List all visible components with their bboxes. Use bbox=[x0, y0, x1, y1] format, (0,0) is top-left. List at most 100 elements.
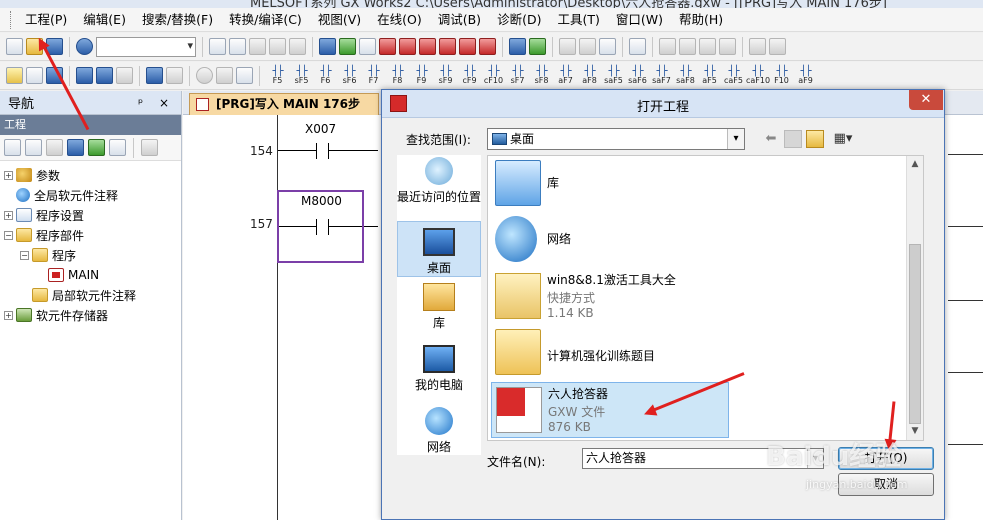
paste-icon[interactable] bbox=[249, 38, 266, 55]
file-item-library[interactable]: 库 bbox=[491, 156, 727, 212]
copy-item-icon[interactable] bbox=[25, 139, 42, 156]
menu-debug[interactable]: 调试(B) bbox=[430, 9, 489, 31]
place-library[interactable]: 库 bbox=[397, 283, 481, 339]
back-icon[interactable]: ⬅ bbox=[762, 130, 780, 148]
ladder-key-button[interactable]: ┤├ cF9 bbox=[458, 66, 481, 85]
place-network[interactable]: 网络 bbox=[397, 407, 481, 455]
ladder-key-button[interactable]: ┤├ F5 bbox=[266, 66, 289, 85]
device-icon[interactable] bbox=[319, 38, 336, 55]
simulation-icon[interactable] bbox=[559, 38, 576, 55]
file-item-gxw[interactable]: 六人抢答器 GXW 文件 876 KB bbox=[491, 382, 729, 438]
up-folder-icon[interactable] bbox=[784, 130, 802, 148]
question-icon[interactable] bbox=[196, 67, 213, 84]
menu-diagnostics[interactable]: 诊断(D) bbox=[489, 9, 549, 31]
new-project-icon[interactable] bbox=[6, 38, 23, 55]
zoom-in-icon[interactable] bbox=[659, 38, 676, 55]
menu-convert-compile[interactable]: 转换/编译(C) bbox=[221, 9, 310, 31]
file-item-network[interactable]: 网络 bbox=[491, 212, 727, 268]
monitor-start-icon[interactable] bbox=[459, 38, 476, 55]
file-item-shortcut[interactable]: win8&8.1激活工具大全 快捷方式 1.14 KB bbox=[491, 269, 727, 325]
ladder-key-button[interactable]: ┤├ F8 bbox=[386, 66, 409, 85]
dev-monitor-icon[interactable] bbox=[146, 67, 163, 84]
ladder-key-button[interactable]: ┤├ saF6 bbox=[626, 66, 649, 85]
device-batch-icon[interactable] bbox=[509, 38, 526, 55]
display-icon[interactable] bbox=[629, 38, 646, 55]
tree-item[interactable]: + 程序设置 bbox=[0, 205, 181, 225]
expand-toggle-icon[interactable]: − bbox=[4, 230, 13, 240]
scroll-down-icon[interactable]: ▼ bbox=[907, 423, 923, 440]
tree-item[interactable]: MAIN bbox=[0, 265, 181, 285]
undo-icon[interactable] bbox=[269, 38, 286, 55]
menu-help[interactable]: 帮助(H) bbox=[671, 9, 731, 31]
tree-item[interactable]: 局部软元件注释 bbox=[0, 285, 181, 305]
delete-item-icon[interactable] bbox=[109, 139, 126, 156]
ladder-key-button[interactable]: ┤├ sF7 bbox=[506, 66, 529, 85]
properties-icon[interactable] bbox=[67, 139, 84, 156]
guide-icon[interactable] bbox=[216, 67, 233, 84]
ladder-key-button[interactable]: ┤├ F9 bbox=[410, 66, 433, 85]
paste-item-icon[interactable] bbox=[46, 139, 63, 156]
expand-toggle-icon[interactable]: + bbox=[4, 170, 13, 180]
place-computer[interactable]: 我的电脑 bbox=[397, 345, 481, 401]
ladder-key-button[interactable]: ┤├ saF8 bbox=[674, 66, 697, 85]
menu-view[interactable]: 视图(V) bbox=[310, 9, 369, 31]
file-item-folder[interactable]: 计算机强化训练题目 bbox=[491, 325, 727, 381]
plc-verify-icon[interactable] bbox=[419, 38, 436, 55]
search-device-icon[interactable] bbox=[166, 67, 183, 84]
zoom-out-icon[interactable] bbox=[679, 38, 696, 55]
ladder-key-button[interactable]: ┤├ caF5 bbox=[722, 66, 745, 85]
comment-icon[interactable] bbox=[749, 38, 766, 55]
read-icon[interactable] bbox=[359, 38, 376, 55]
ladder-key-button[interactable]: ┤├ sF6 bbox=[338, 66, 361, 85]
tree-item[interactable]: − 程序 bbox=[0, 245, 181, 265]
menu-project[interactable]: 工程(P) bbox=[17, 9, 75, 31]
project-section-tab[interactable]: 工程 bbox=[0, 115, 181, 135]
place-desktop[interactable]: 桌面 bbox=[397, 221, 481, 277]
write-icon[interactable] bbox=[339, 38, 356, 55]
plc-write-icon[interactable] bbox=[379, 38, 396, 55]
redo-icon[interactable] bbox=[289, 38, 306, 55]
dev-icon-1[interactable] bbox=[76, 67, 93, 84]
ladder-key-button[interactable]: ┤├ F10 bbox=[770, 66, 793, 85]
ladder-key-button[interactable]: ┤├ aF5 bbox=[698, 66, 721, 85]
ladder-key-button[interactable]: ┤├ saF5 bbox=[602, 66, 625, 85]
menu-window[interactable]: 窗口(W) bbox=[608, 9, 671, 31]
new-item-icon[interactable] bbox=[4, 139, 21, 156]
ladder-key-button[interactable]: ┤├ F6 bbox=[314, 66, 337, 85]
ladder-key-button[interactable]: ┤├ sF5 bbox=[290, 66, 313, 85]
ladder-key-button[interactable]: ┤├ sF8 bbox=[530, 66, 553, 85]
tools-dropdown-icon[interactable] bbox=[141, 139, 158, 156]
monitor-stop-icon[interactable] bbox=[479, 38, 496, 55]
remote-operation-icon[interactable] bbox=[439, 38, 456, 55]
tab-prg-main[interactable]: [PRG]写入 MAIN 176步 bbox=[189, 93, 379, 115]
dev-icon-3[interactable] bbox=[116, 67, 133, 84]
scroll-thumb[interactable] bbox=[909, 244, 921, 424]
expand-toggle-icon[interactable]: − bbox=[20, 250, 29, 260]
ladder-key-button[interactable]: ┤├ cF10 bbox=[482, 66, 505, 85]
new-folder-icon[interactable] bbox=[806, 130, 824, 148]
ladder-key-button[interactable]: ┤├ caF10 bbox=[746, 66, 770, 85]
tree-item[interactable]: 全局软元件注释 bbox=[0, 185, 181, 205]
project-view-icon[interactable] bbox=[6, 67, 23, 84]
ladder-key-button[interactable]: ┤├ aF9 bbox=[794, 66, 817, 85]
file-list[interactable]: 库 网络 win8&8.1激活工具大全 快捷方式 1.14 KB 计算机强化训练… bbox=[487, 155, 924, 441]
tree-item[interactable]: + 参数 bbox=[0, 165, 181, 185]
binoculars-icon[interactable] bbox=[236, 67, 253, 84]
menu-find-replace[interactable]: 搜索/替换(F) bbox=[134, 9, 221, 31]
cpu-icon[interactable] bbox=[26, 67, 43, 84]
menu-edit[interactable]: 编辑(E) bbox=[75, 9, 134, 31]
view-menu-icon[interactable]: ▦▾ bbox=[830, 130, 856, 148]
toolbar-grip[interactable] bbox=[10, 10, 13, 29]
pin-close-controls[interactable]: ᵖ × bbox=[138, 96, 175, 110]
help-icon[interactable] bbox=[76, 38, 93, 55]
scroll-up-icon[interactable]: ▲ bbox=[907, 156, 923, 173]
device-test-icon[interactable] bbox=[529, 38, 546, 55]
plc-read-icon[interactable] bbox=[399, 38, 416, 55]
dev-icon-2[interactable] bbox=[96, 67, 113, 84]
watch-icon[interactable] bbox=[579, 38, 596, 55]
cut-icon[interactable] bbox=[209, 38, 226, 55]
file-list-scrollbar[interactable]: ▲ ▼ bbox=[906, 156, 923, 440]
contact-x007[interactable] bbox=[278, 143, 378, 159]
menu-online[interactable]: 在线(O) bbox=[369, 9, 430, 31]
place-recent[interactable]: 最近访问的位置 bbox=[397, 157, 481, 219]
